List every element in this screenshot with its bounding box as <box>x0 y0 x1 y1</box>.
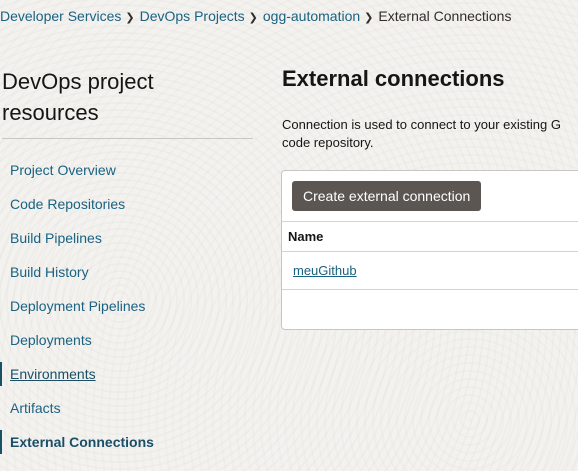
sidebar-item-code-repositories[interactable]: Code Repositories <box>0 187 255 221</box>
breadcrumb: Developer Services ❯ DevOps Projects ❯ ogg-a… <box>0 8 511 24</box>
sidebar-item-external-connections[interactable]: External Connections <box>0 425 255 459</box>
focus-indicator <box>0 362 2 386</box>
table-divider <box>282 289 578 290</box>
sidebar-item-label: Environments <box>10 366 96 382</box>
sidebar-title: DevOps project resources <box>2 69 154 125</box>
sidebar-item-build-pipelines[interactable]: Build Pipelines <box>0 221 255 255</box>
chevron-right-icon: ❯ <box>364 12 374 24</box>
column-header-name[interactable]: Name <box>288 229 323 244</box>
breadcrumb-project[interactable]: ogg-automation <box>263 8 360 24</box>
sidebar-item-build-history[interactable]: Build History <box>0 255 255 289</box>
sidebar-item-project-overview[interactable]: Project Overview <box>0 153 255 187</box>
page-title: External connections <box>282 66 505 91</box>
breadcrumb-current: External Connections <box>378 8 512 24</box>
breadcrumb-developer-services[interactable]: Developer Services <box>0 8 121 24</box>
chevron-right-icon: ❯ <box>125 12 135 24</box>
create-external-connection-button[interactable]: Create external connection <box>292 181 482 211</box>
sidebar-item-label: External Connections <box>10 434 154 450</box>
sidebar-item-deployment-pipelines[interactable]: Deployment Pipelines <box>0 289 255 323</box>
connection-name-link[interactable]: meuGithub <box>293 263 357 278</box>
sidebar-item-environments[interactable]: Environments <box>0 357 255 391</box>
sidebar-item-deployments[interactable]: Deployments <box>0 323 255 357</box>
sidebar-divider <box>2 138 253 139</box>
sidebar-nav: Project Overview Code Repositories Build… <box>0 153 255 459</box>
chevron-right-icon: ❯ <box>248 12 258 24</box>
breadcrumb-devops-projects[interactable]: DevOps Projects <box>140 8 245 24</box>
sidebar-item-artifacts[interactable]: Artifacts <box>0 391 255 425</box>
table-divider <box>282 221 578 222</box>
page-description: Connection is used to connect to your ex… <box>282 117 561 150</box>
active-indicator <box>0 430 2 454</box>
table-divider <box>282 251 578 252</box>
connections-panel: Create external connection Name meuGithu… <box>281 170 578 330</box>
